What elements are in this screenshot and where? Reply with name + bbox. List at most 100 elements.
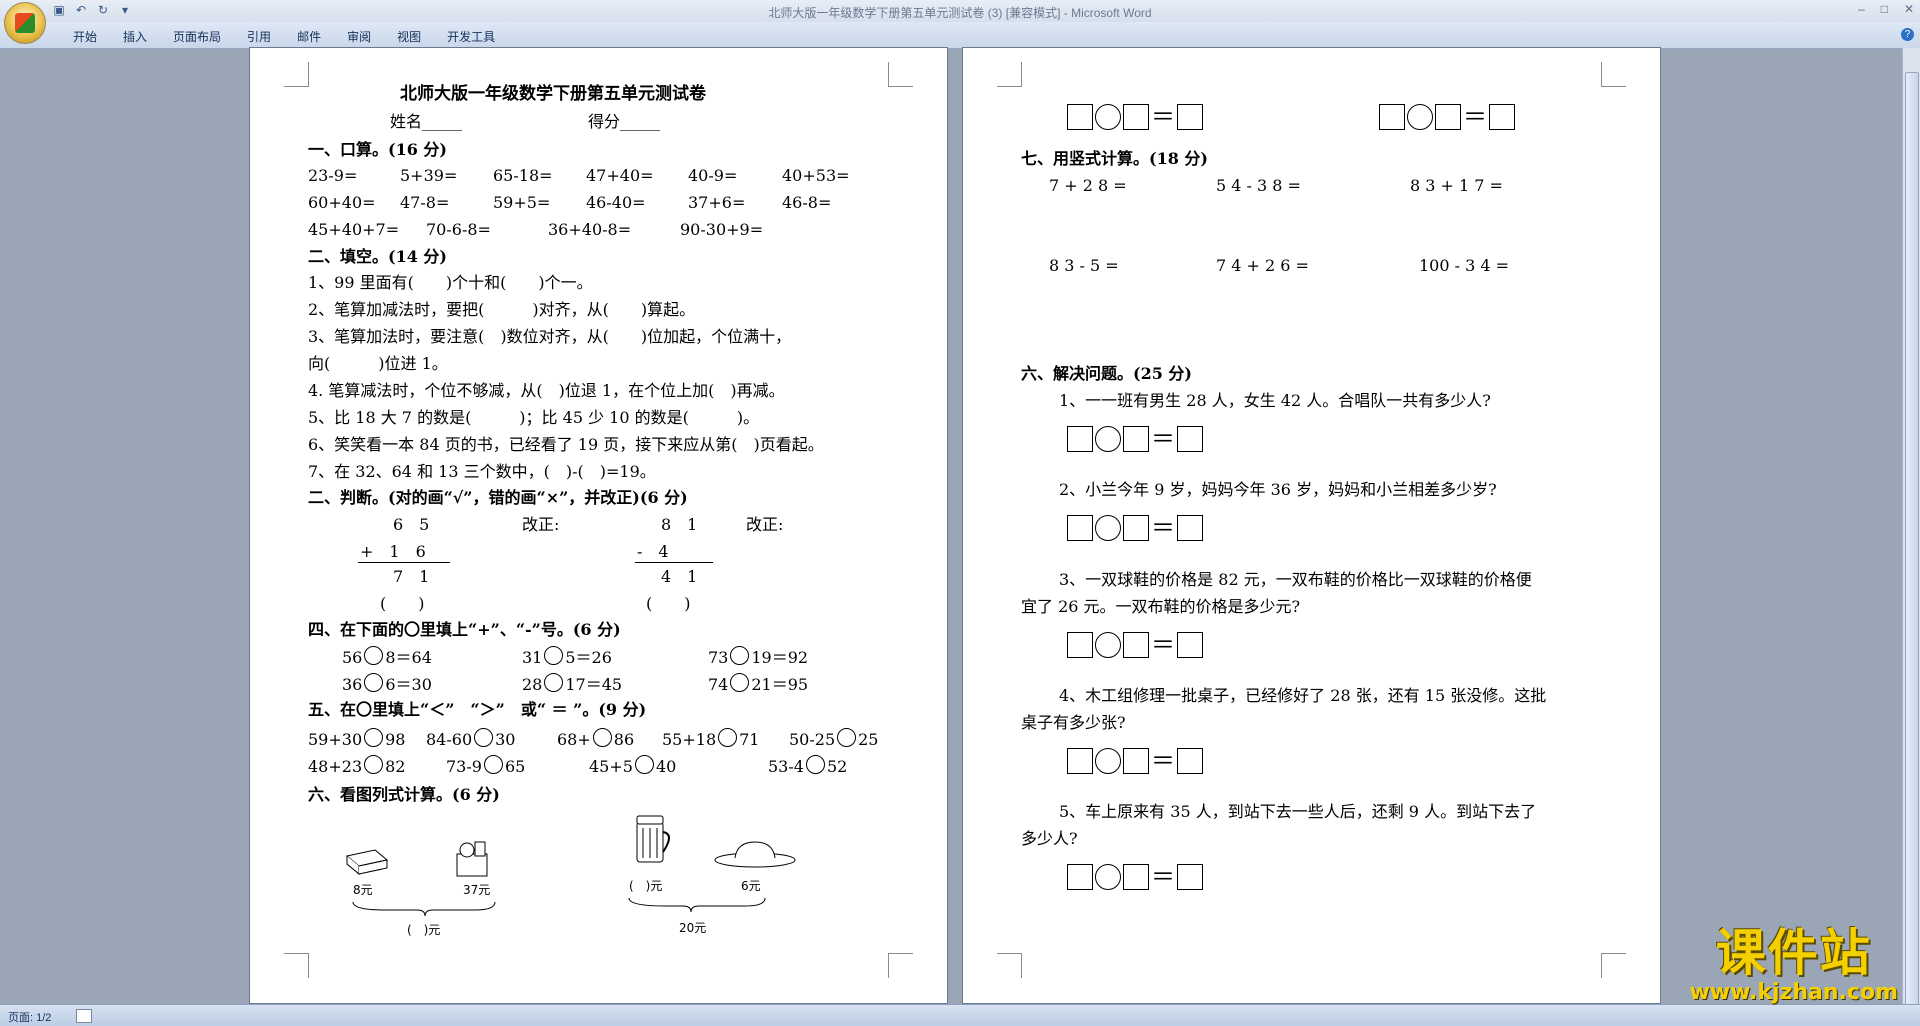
vertical-calc-item: 7 + 2 8 =	[1049, 176, 1127, 195]
tab-view[interactable]: 视图	[384, 28, 434, 45]
vertical-calc-item: 100 - 3 4 =	[1419, 256, 1510, 275]
compare-item: 59+30 98	[308, 728, 406, 749]
vertical-calc-item: 8 3 - 5 =	[1049, 256, 1119, 275]
blank-circle[interactable]	[364, 673, 384, 692]
blank-square[interactable]	[1123, 515, 1149, 541]
blank-circle[interactable]	[837, 728, 857, 747]
scrollbar-thumb[interactable]	[1905, 72, 1919, 1024]
blank-circle[interactable]	[483, 755, 503, 774]
blank-circle[interactable]	[364, 728, 384, 747]
vertical-mid: - 4	[637, 542, 669, 561]
help-icon[interactable]: ?	[1901, 28, 1914, 41]
section-heading: 七、用竖式计算。(18 分)	[1021, 149, 1208, 168]
fix-label: 改正:	[746, 515, 784, 534]
window-title: 北师大版一年级数学下册第五单元测试卷 (3) [兼容模式] - Microsof…	[768, 6, 1152, 20]
blank-circle[interactable]	[1095, 104, 1121, 130]
margin-mark	[997, 62, 1022, 87]
tab-page-layout[interactable]: 页面布局	[160, 28, 234, 45]
blank-circle[interactable]	[730, 673, 750, 692]
blank-circle[interactable]	[474, 728, 494, 747]
blank-square[interactable]	[1123, 748, 1149, 774]
minimize-icon[interactable]: –	[1858, 2, 1865, 16]
blank-square[interactable]	[1177, 104, 1203, 130]
tab-insert[interactable]: 插入	[110, 28, 160, 45]
blank-circle[interactable]	[364, 646, 384, 665]
blank-circle[interactable]	[730, 646, 750, 665]
blank-circle[interactable]	[1095, 632, 1121, 658]
doc-title: 北师大版一年级数学下册第五单元测试卷	[400, 84, 706, 104]
blank-square[interactable]	[1489, 104, 1515, 130]
answer-equation: ＝	[1379, 104, 1515, 130]
blank-square[interactable]	[1067, 632, 1093, 658]
title-bar: ▣ ↶ ↻ ▾ 北师大版一年级数学下册第五单元测试卷 (3) [兼容模式] - …	[0, 0, 1920, 22]
answer-equation: ＝	[1067, 104, 1203, 130]
tab-developer[interactable]: 开发工具	[434, 28, 508, 45]
blank-square[interactable]	[1177, 632, 1203, 658]
blank-circle[interactable]	[1095, 864, 1121, 890]
document-page-1[interactable]: 北师大版一年级数学下册第五单元测试卷 姓名_____ 得分_____ 一、口算。…	[250, 48, 947, 1003]
close-icon[interactable]: ✕	[1904, 2, 1914, 16]
answer-paren: ( )	[646, 594, 691, 613]
blank-square[interactable]	[1123, 426, 1149, 452]
blank-circle[interactable]	[544, 673, 564, 692]
fill-item: 5、比 18 大 7 的数是( )；比 45 少 10 的数是( )。	[308, 408, 760, 427]
page-count[interactable]: 页面: 1/2	[8, 1009, 51, 1025]
compare-item: 68+ 86	[557, 728, 635, 749]
vertical-top: 6 5	[393, 515, 430, 534]
oral-item: 36+40-8=	[548, 220, 632, 239]
blank-square[interactable]	[1177, 426, 1203, 452]
blank-square[interactable]	[1067, 426, 1093, 452]
margin-mark	[1601, 953, 1626, 978]
blank-square[interactable]	[1123, 632, 1149, 658]
vertical-bottom: 7 1	[393, 567, 430, 586]
compare-item: 45+5 40	[589, 755, 677, 776]
tab-references[interactable]: 引用	[234, 28, 284, 45]
blank-square[interactable]	[1067, 104, 1093, 130]
blank-circle[interactable]	[1095, 515, 1121, 541]
oral-item: 90-30+9=	[680, 220, 764, 239]
blank-circle[interactable]	[805, 755, 825, 774]
blank-square[interactable]	[1067, 515, 1093, 541]
oral-item: 70-6-8=	[426, 220, 491, 239]
blank-square[interactable]	[1177, 515, 1203, 541]
tab-mailings[interactable]: 邮件	[284, 28, 334, 45]
oral-item: 65-18=	[493, 166, 553, 185]
office-logo-icon	[15, 13, 35, 33]
blank-square[interactable]	[1067, 864, 1093, 890]
blank-circle[interactable]	[592, 728, 612, 747]
blank-square[interactable]	[1067, 748, 1093, 774]
name-field: 姓名_____	[390, 112, 463, 131]
price-label: 6元	[741, 879, 761, 893]
watermark-brand: 课件站	[1715, 924, 1872, 982]
section-heading: 六、解决问题。(25 分)	[1021, 364, 1192, 383]
blank-circle[interactable]	[1407, 104, 1433, 130]
blank-circle[interactable]	[544, 646, 564, 665]
sum-line	[635, 562, 713, 563]
answer-equation: ＝	[1067, 426, 1203, 452]
maximize-icon[interactable]: □	[1881, 2, 1888, 16]
fill-item: 4. 笔算减法时，个位不够减，从( )位退 1，在个位上加( )再减。	[308, 381, 785, 400]
sign-item: 56 8＝64	[342, 646, 432, 667]
blank-square[interactable]	[1123, 864, 1149, 890]
vertical-calc-item: 8 3 + 1 7 =	[1410, 176, 1503, 195]
oral-item: 23-9=	[308, 166, 358, 185]
proofing-icon[interactable]	[76, 1009, 92, 1023]
oral-item: 47-8=	[400, 193, 450, 212]
tab-review[interactable]: 审阅	[334, 28, 384, 45]
oral-item: 46-8=	[782, 193, 832, 212]
blank-square[interactable]	[1435, 104, 1461, 130]
tab-home[interactable]: 开始	[60, 28, 110, 45]
blank-circle[interactable]	[718, 728, 738, 747]
blank-square[interactable]	[1177, 864, 1203, 890]
blank-square[interactable]	[1123, 104, 1149, 130]
blank-circle[interactable]	[634, 755, 654, 774]
office-button[interactable]	[4, 2, 46, 44]
blank-circle[interactable]	[364, 755, 384, 774]
document-page-2[interactable]: ＝ ＝ 七、用竖式计算。(18 分) 7 + 2 8 = 5 4 - 3 8 =…	[963, 48, 1660, 1003]
blank-circle[interactable]	[1095, 426, 1121, 452]
blank-square[interactable]	[1379, 104, 1405, 130]
blank-square[interactable]	[1177, 748, 1203, 774]
blank-circle[interactable]	[1095, 748, 1121, 774]
vertical-mid: + 1 6	[360, 542, 426, 561]
vertical-scrollbar[interactable]	[1902, 48, 1920, 1024]
